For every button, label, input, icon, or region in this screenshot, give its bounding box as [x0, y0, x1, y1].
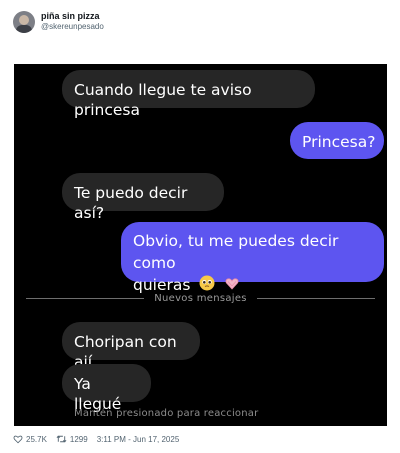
message-bubble-incoming[interactable]: Te puedo decir así?	[62, 173, 224, 222]
divider-line	[26, 297, 145, 299]
message-text-line1: Obvio, tu me puedes decir como	[133, 232, 339, 272]
heart-icon	[13, 435, 23, 444]
message-text: Princesa?	[302, 133, 376, 151]
message-bubble-incoming[interactable]: Ya llegué	[62, 364, 151, 413]
timestamp-text: 3:11 PM - Jun 17, 2025	[96, 434, 180, 444]
tweet-header: piña sin pizza @skereunpesado	[13, 11, 104, 33]
retweet-count: 1299	[69, 434, 88, 444]
retweet-button[interactable]: 1299	[56, 434, 88, 444]
message-text: Te puedo decir así?	[74, 184, 188, 222]
message-bubble-incoming[interactable]: Cuando llegue te aviso princesa	[62, 70, 315, 119]
message-text: Cuando llegue te aviso princesa	[74, 81, 252, 119]
like-count: 25.7K	[26, 434, 47, 444]
chat-screenshot: Cuando llegue te aviso princesa Princesa…	[14, 64, 387, 426]
display-name[interactable]: piña sin pizza	[41, 11, 104, 22]
react-hint: Mantén presionado para reaccionar	[74, 408, 259, 419]
divider-label: Nuevos mensajes	[154, 292, 247, 304]
user-names: piña sin pizza @skereunpesado	[41, 11, 104, 32]
message-bubble-outgoing[interactable]: Princesa?	[290, 122, 384, 159]
timestamp[interactable]: 3:11 PM - Jun 17, 2025	[97, 435, 180, 444]
new-messages-divider: Nuevos mensajes	[26, 292, 376, 304]
user-handle[interactable]: @skereunpesado	[41, 22, 104, 32]
tweet-footer: 25.7K 1299 3:11 PM - Jun 17, 2025	[13, 434, 188, 444]
message-bubble-incoming[interactable]: Choripan con ají	[62, 322, 200, 371]
message-bubble-outgoing[interactable]: Obvio, tu me puedes decir como quieras	[121, 222, 384, 294]
retweet-icon	[56, 435, 67, 443]
divider-line	[256, 297, 376, 299]
like-button[interactable]: 25.7K	[13, 434, 47, 444]
avatar[interactable]	[13, 11, 35, 33]
